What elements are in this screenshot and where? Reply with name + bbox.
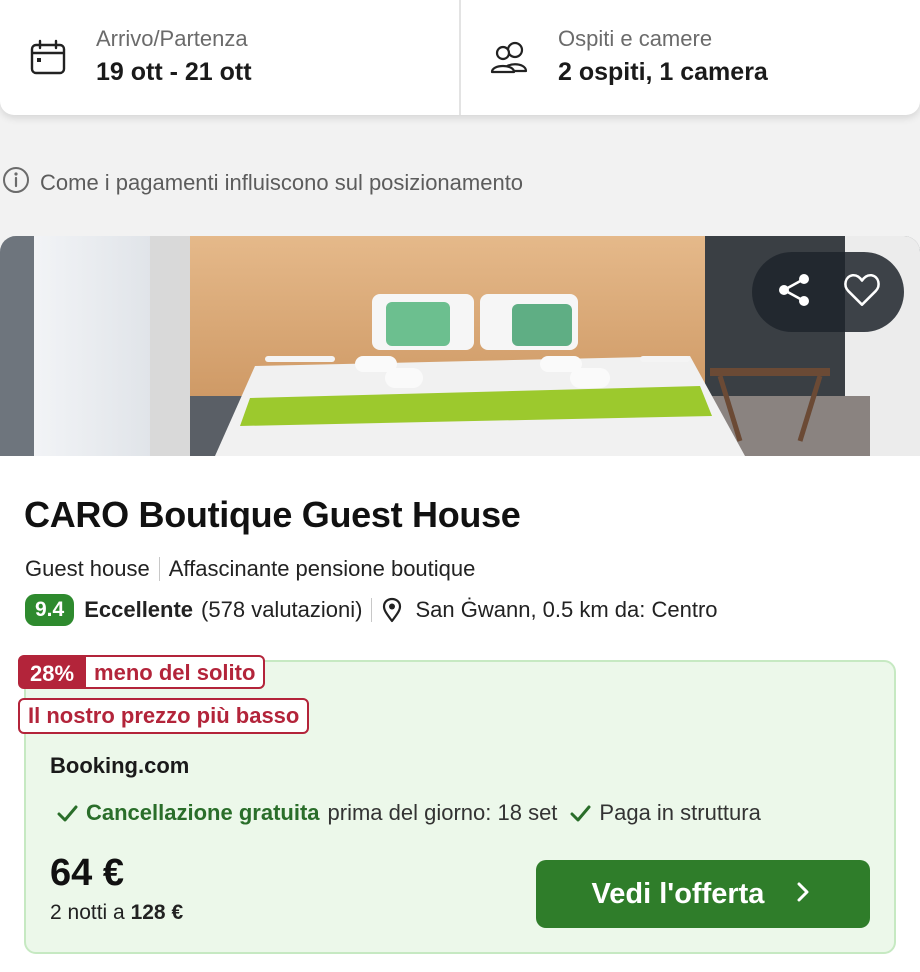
dates-label: Arrivo/Partenza xyxy=(96,26,248,51)
guests-value: 2 ospiti, 1 camera xyxy=(558,58,768,86)
pay-at-property: Paga in struttura xyxy=(599,800,761,825)
total-price: 2 notti a 128 € xyxy=(50,901,183,925)
rating-score-badge: 9.4 xyxy=(25,594,75,626)
users-icon xyxy=(489,38,529,78)
search-bar: Arrivo/Partenza 19 ott - 21 ott Ospiti e… xyxy=(0,0,920,115)
ranking-info-link[interactable]: Come i pagamenti influiscono sul posizio… xyxy=(2,166,523,200)
photo-actions xyxy=(752,252,904,332)
check-icon xyxy=(56,802,78,824)
discount-percent: 28% xyxy=(18,655,87,689)
rating-line: 9.4 Eccellente (578 valutazioni) San Ġwa… xyxy=(25,594,718,626)
hotel-photo[interactable] xyxy=(0,236,920,456)
ranking-info-text: Come i pagamenti influiscono sul posizio… xyxy=(40,170,524,195)
perks-line: Cancellazione gratuita prima del giorno:… xyxy=(56,800,761,826)
dates-value: 19 ott - 21 ott xyxy=(96,58,252,86)
share-icon xyxy=(774,270,814,315)
divider xyxy=(371,598,373,622)
provider-name: Booking.com xyxy=(50,753,190,778)
hotel-type: Guest house xyxy=(25,556,150,581)
view-offer-button[interactable]: Vedi l'offerta xyxy=(536,860,870,928)
cancellation-deadline: prima del giorno: 18 set xyxy=(327,800,558,825)
info-icon xyxy=(2,166,30,200)
discount-badge: 28% meno del solito xyxy=(18,655,266,689)
price-per-night: 64 € xyxy=(50,852,124,894)
divider xyxy=(158,557,160,581)
location-text[interactable]: San Ġwann, 0.5 km da: Centro xyxy=(415,597,717,623)
hotel-type-line: Guest house Affascinante pensione boutiq… xyxy=(25,556,475,582)
favorite-button[interactable] xyxy=(838,268,886,316)
map-pin-icon xyxy=(381,597,403,623)
reviews-count[interactable]: (578 valutazioni) xyxy=(201,597,362,623)
dates-selector[interactable]: Arrivo/Partenza 19 ott - 21 ott xyxy=(0,0,461,115)
nights-prefix: 2 notti a xyxy=(50,901,125,924)
heart-icon xyxy=(841,269,883,316)
discount-text: meno del solito xyxy=(86,655,266,689)
lowest-price-badge: Il nostro prezzo più basso xyxy=(18,698,310,734)
check-icon xyxy=(569,802,591,824)
guests-selector[interactable]: Ospiti e camere 2 ospiti, 1 camera xyxy=(461,0,920,115)
free-cancellation: Cancellazione gratuita xyxy=(86,800,320,825)
calendar-icon xyxy=(28,38,68,78)
share-button[interactable] xyxy=(770,268,818,316)
rating-word: Eccellente xyxy=(84,597,194,622)
view-offer-label: Vedi l'offerta xyxy=(591,877,765,910)
guests-label: Ospiti e camere xyxy=(558,26,713,51)
hotel-description: Affascinante pensione boutique xyxy=(168,556,476,581)
nights-total: 128 € xyxy=(130,901,184,924)
chevron-right-icon xyxy=(792,878,814,911)
hotel-name[interactable]: CARO Boutique Guest House xyxy=(24,494,521,536)
